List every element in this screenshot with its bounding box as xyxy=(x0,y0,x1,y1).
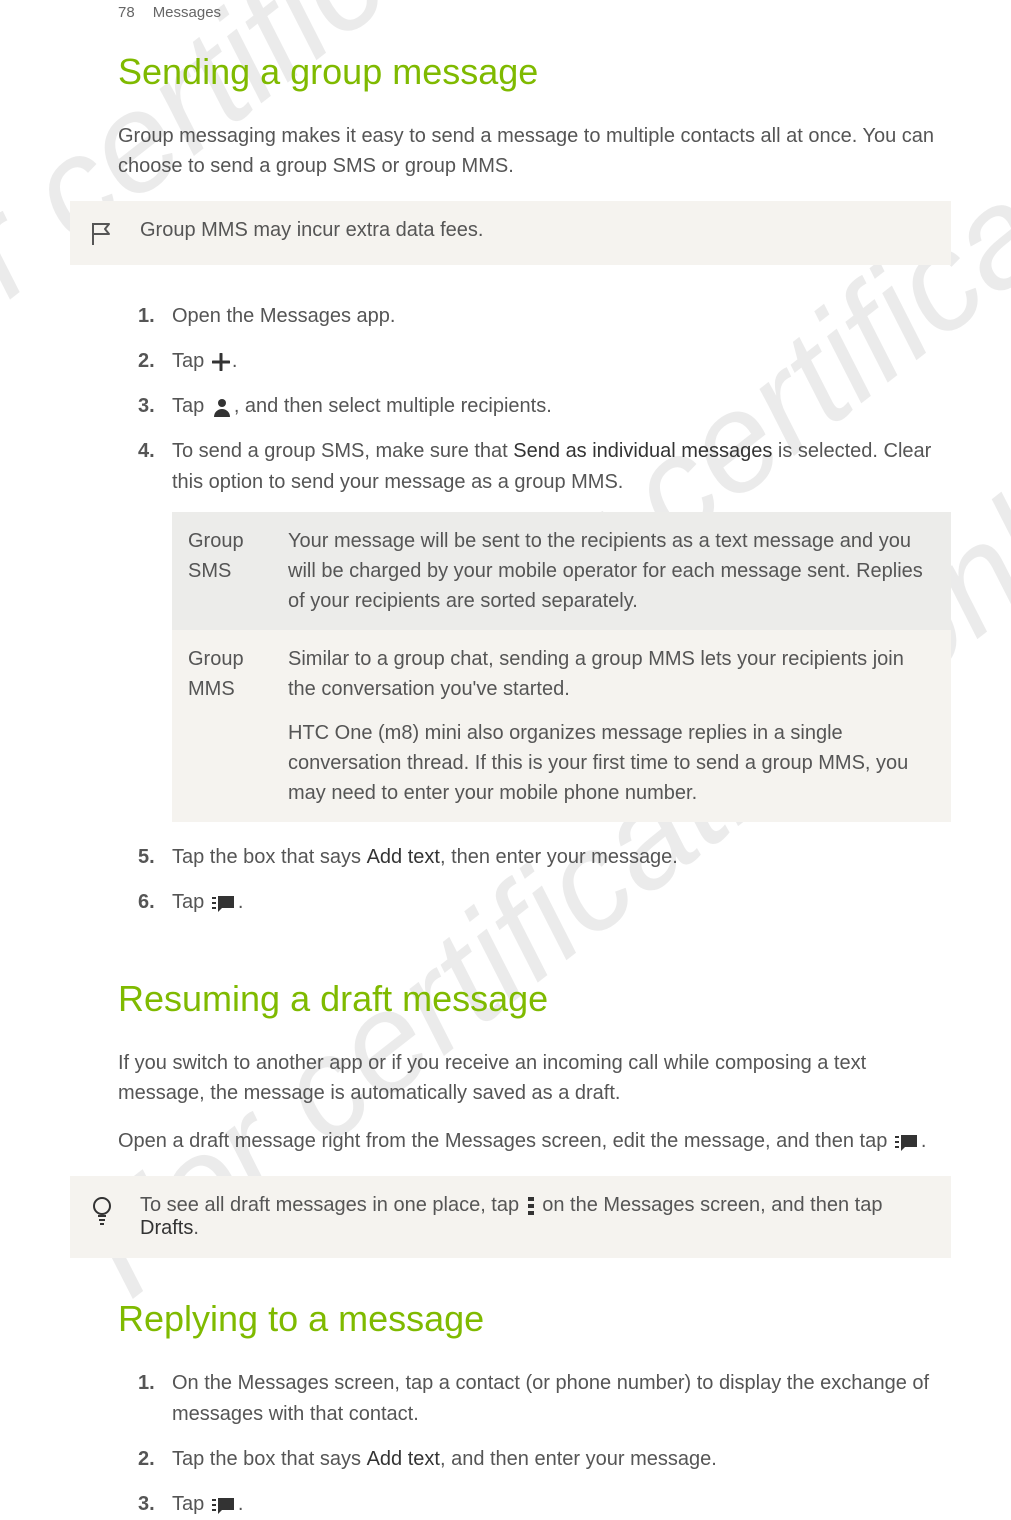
table-cell-paragraph: Similar to a group chat, sending a group… xyxy=(288,644,935,704)
contact-icon xyxy=(212,397,232,417)
table-cell-text: Similar to a group chat, sending a group… xyxy=(272,630,951,822)
tip-text: To see all draft messages in one place, … xyxy=(140,1194,921,1240)
step-item: Tap the box that says Add text, then ent… xyxy=(138,842,951,873)
step-bold: Add text xyxy=(367,1448,440,1470)
tip-bold: Drafts xyxy=(140,1217,193,1239)
group-sms-mms-table: Group SMS Your message will be sent to t… xyxy=(172,512,951,822)
reply-steps-list: On the Messages screen, tap a contact (o… xyxy=(118,1368,951,1520)
lightbulb-icon xyxy=(88,1194,116,1226)
heading-replying: Replying to a message xyxy=(118,1298,951,1340)
send-icon xyxy=(212,894,236,912)
step-text: Tap xyxy=(172,891,210,913)
step-text: , and then enter your message. xyxy=(440,1448,717,1470)
step-item: Open the Messages app. xyxy=(138,301,951,332)
step-item: Tap the box that says Add text, and then… xyxy=(138,1444,951,1475)
send-icon xyxy=(895,1133,919,1151)
step-item: Tap . xyxy=(138,887,951,918)
step-bold: Send as individual messages xyxy=(513,440,772,462)
tip-box: To see all draft messages in one place, … xyxy=(70,1176,951,1258)
step-text: . xyxy=(232,350,238,372)
page-number: 78 xyxy=(118,4,135,21)
step-text: To send a group SMS, make sure that xyxy=(172,440,513,462)
table-cell-text: Your message will be sent to the recipie… xyxy=(272,512,951,630)
page-header: 78 Messages xyxy=(118,0,951,21)
step-text: . xyxy=(238,891,244,913)
draft-paragraph-1: If you switch to another app or if you r… xyxy=(118,1048,951,1108)
step-text: , and then select multiple recipients. xyxy=(234,395,552,417)
step-text: , then enter your message. xyxy=(440,846,678,868)
section-name: Messages xyxy=(153,4,221,21)
step-text: . xyxy=(238,1493,244,1515)
table-cell-label: Group MMS xyxy=(172,630,272,822)
group-intro-paragraph: Group messaging makes it easy to send a … xyxy=(118,121,951,181)
table-row: Group SMS Your message will be sent to t… xyxy=(172,512,951,630)
tip-segment: . xyxy=(193,1217,199,1239)
note-box: Group MMS may incur extra data fees. xyxy=(70,201,951,265)
step-text: Tap xyxy=(172,1493,210,1515)
tip-segment: To see all draft messages in one place, … xyxy=(140,1194,525,1216)
step-item: Tap , and then select multiple recipient… xyxy=(138,391,951,422)
step-text: Open the Messages app. xyxy=(172,305,395,327)
step-text: On the Messages screen, tap a contact (o… xyxy=(172,1372,929,1425)
step-bold: Add text xyxy=(367,846,440,868)
step-text: Tap xyxy=(172,395,210,417)
flag-icon xyxy=(88,219,116,247)
paragraph-text: . xyxy=(921,1130,927,1152)
plus-icon xyxy=(212,353,230,371)
note-text: Group MMS may incur extra data fees. xyxy=(140,219,483,242)
heading-resuming-draft: Resuming a draft message xyxy=(118,978,951,1020)
group-steps-list: Open the Messages app. Tap . Tap , and t… xyxy=(118,301,951,918)
step-item: On the Messages screen, tap a contact (o… xyxy=(138,1368,951,1430)
step-item: Tap . xyxy=(138,346,951,377)
step-text: Tap xyxy=(172,350,210,372)
table-cell-label: Group SMS xyxy=(172,512,272,630)
table-cell-paragraph: HTC One (m8) mini also organizes message… xyxy=(288,718,935,808)
paragraph-text: Open a draft message right from the Mess… xyxy=(118,1130,893,1152)
table-row: Group MMS Similar to a group chat, sendi… xyxy=(172,630,951,822)
draft-paragraph-2: Open a draft message right from the Mess… xyxy=(118,1126,951,1156)
menu-dots-icon xyxy=(527,1196,535,1216)
step-item: To send a group SMS, make sure that Send… xyxy=(138,436,951,822)
send-icon xyxy=(212,1496,236,1514)
heading-sending-group-message: Sending a group message xyxy=(118,51,951,93)
tip-segment: on the Messages screen, and then tap xyxy=(537,1194,883,1216)
step-text: Tap the box that says xyxy=(172,846,367,868)
step-text: Tap the box that says xyxy=(172,1448,367,1470)
step-item: Tap . xyxy=(138,1489,951,1520)
